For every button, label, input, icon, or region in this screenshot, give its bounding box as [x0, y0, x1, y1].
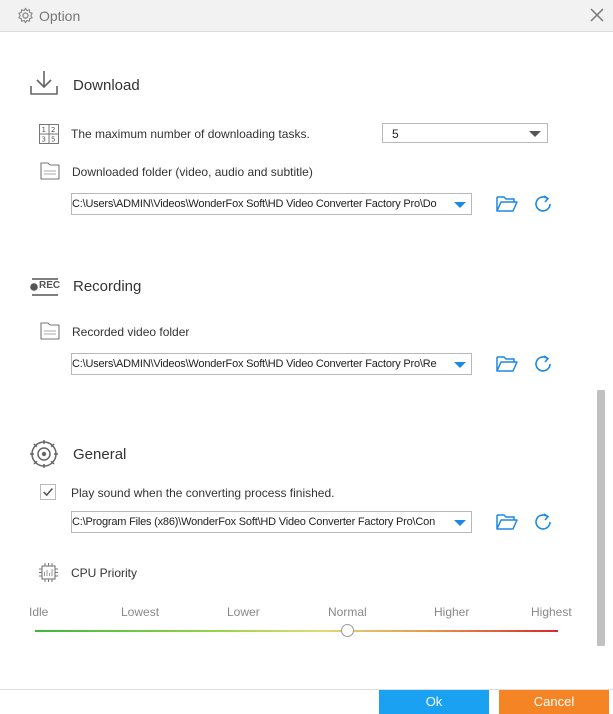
scrollbar-thumb[interactable] [597, 390, 605, 646]
download-icon [30, 71, 58, 95]
chevron-down-icon [529, 131, 541, 137]
chevron-down-icon [454, 202, 466, 208]
svg-text:2: 2 [51, 126, 55, 134]
cpu-level-highest: Highest [531, 605, 572, 619]
checkmark-icon [43, 487, 53, 497]
max-tasks-dropdown[interactable]: 5 [382, 123, 548, 143]
cpu-level-lower: Lower [227, 605, 260, 619]
recorded-folder-path-input[interactable]: C:\Users\ADMIN\Videos\WonderFox Soft\HD … [71, 353, 472, 375]
cpu-priority-slider-track[interactable] [35, 630, 558, 632]
reset-icon[interactable] [533, 512, 555, 532]
download-section-title: Download [73, 77, 140, 94]
cancel-button[interactable]: Cancel [499, 690, 609, 714]
chevron-down-icon [454, 362, 466, 368]
title-bar: Option [0, 0, 613, 32]
open-folder-icon[interactable] [496, 354, 518, 374]
reset-icon[interactable] [533, 194, 555, 214]
cpu-level-higher: Higher [434, 605, 470, 619]
download-folder-label: Downloaded folder (video, audio and subt… [72, 165, 313, 179]
folder-icon [40, 322, 60, 340]
max-tasks-label: The maximum number of downloading tasks. [71, 127, 310, 141]
download-folder-path: C:\Users\ADMIN\Videos\WonderFox Soft\HD … [72, 198, 437, 210]
cpu-level-normal: Normal [328, 605, 367, 619]
svg-text:3: 3 [42, 136, 46, 144]
recording-section-title: Recording [73, 278, 142, 295]
cpu-level-lowest: Lowest [121, 605, 160, 619]
max-tasks-value: 5 [392, 127, 399, 141]
cpu-priority-slider-thumb[interactable] [341, 624, 354, 637]
ok-button[interactable]: Ok [379, 690, 489, 714]
cpu-level-idle: Idle [29, 605, 49, 619]
rec-badge-text: REC [39, 280, 61, 291]
reset-icon[interactable] [533, 354, 555, 374]
general-section-title: General [73, 446, 127, 463]
chevron-down-icon [454, 520, 466, 526]
close-icon[interactable] [590, 8, 604, 22]
recorded-folder-path: C:\Users\ADMIN\Videos\WonderFox Soft\HD … [72, 358, 437, 370]
play-sound-checkbox[interactable] [40, 484, 56, 500]
svg-text:5: 5 [51, 136, 55, 144]
cpu-priority-label: CPU Priority [71, 566, 138, 580]
settings-wheel-icon [30, 440, 58, 468]
sound-path-input[interactable]: C:\Program Files (x86)\WonderFox Soft\HD… [71, 511, 472, 533]
folder-icon [40, 162, 60, 180]
window-title: Option [39, 8, 81, 24]
recorded-folder-label: Recorded video folder [72, 325, 190, 339]
sound-path: C:\Program Files (x86)\WonderFox Soft\HD… [72, 516, 435, 528]
download-folder-path-input[interactable]: C:\Users\ADMIN\Videos\WonderFox Soft\HD … [71, 193, 472, 215]
number-grid-icon: 1 2 3 5 [39, 124, 59, 144]
open-folder-icon[interactable] [496, 194, 518, 214]
open-folder-icon[interactable] [496, 512, 518, 532]
gear-icon [18, 7, 33, 24]
cpu-icon [39, 563, 58, 582]
svg-text:1: 1 [42, 126, 46, 134]
play-sound-label: Play sound when the converting process f… [71, 486, 335, 500]
